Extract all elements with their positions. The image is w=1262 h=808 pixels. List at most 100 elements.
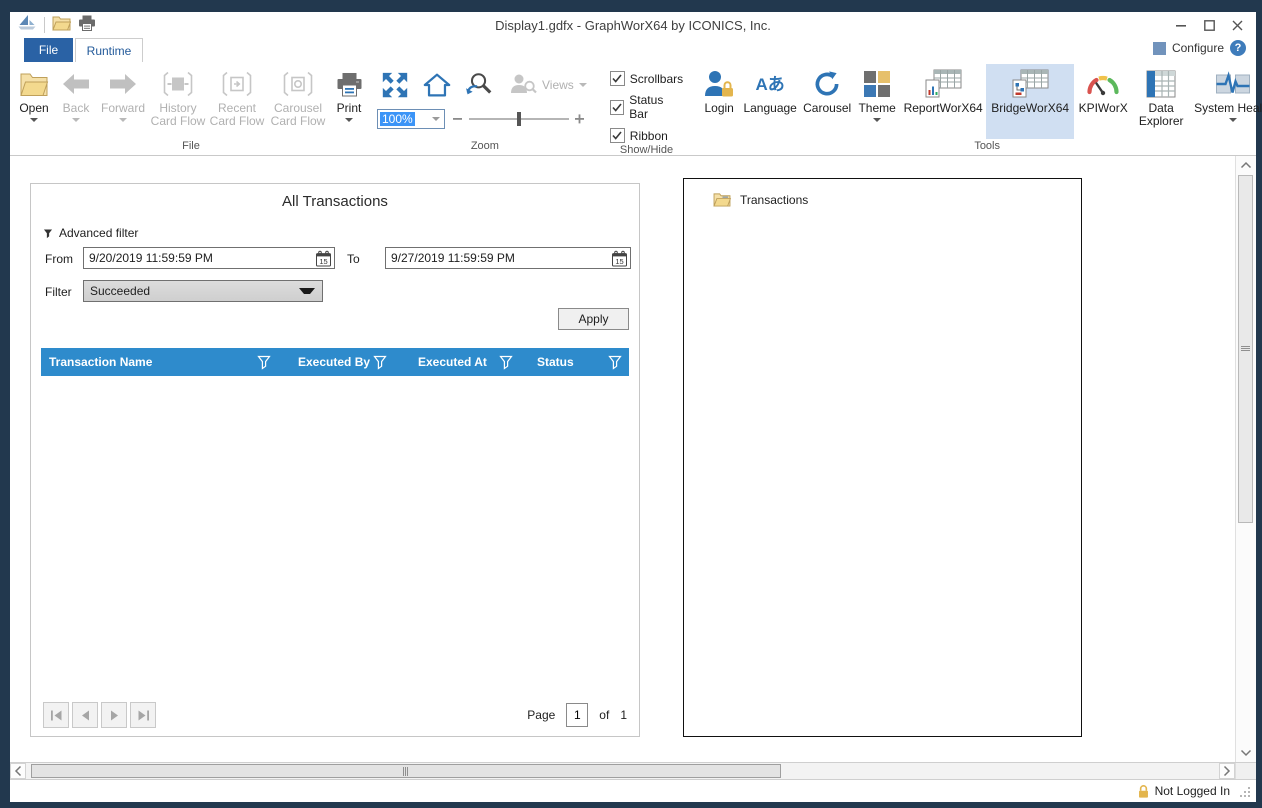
- carousel-button[interactable]: Carousel: [800, 64, 854, 139]
- login-status: Not Logged In: [1155, 784, 1230, 798]
- recent-card-flow-icon: [219, 66, 255, 102]
- theme-button[interactable]: Theme: [854, 64, 900, 139]
- bridgeworx64-icon: [1011, 66, 1049, 102]
- checked-checkbox-icon: [610, 71, 625, 86]
- data-explorer-button[interactable]: Data Explorer: [1132, 64, 1190, 139]
- tree-panel: Transactions: [683, 178, 1082, 737]
- horizontal-scrollbar[interactable]: [10, 762, 1256, 779]
- advanced-filter-toggle[interactable]: Advanced filter: [43, 226, 138, 240]
- zoom-out-icon[interactable]: [453, 114, 463, 124]
- scroll-up-button[interactable]: [1237, 156, 1255, 174]
- page-number-input[interactable]: [566, 703, 588, 727]
- column-transaction-name[interactable]: Transaction Name: [41, 348, 286, 376]
- column-filter-icon[interactable]: [498, 354, 514, 370]
- reportworx64-icon: [924, 66, 962, 102]
- column-filter-icon[interactable]: [372, 354, 388, 370]
- vertical-scrollbar[interactable]: [1235, 156, 1256, 762]
- horizontal-scrollbar-track[interactable]: [26, 763, 1219, 779]
- checkbox-status-bar[interactable]: Status Bar: [610, 93, 683, 121]
- views-button[interactable]: Views: [503, 72, 593, 99]
- dropdown-arrow-icon: [119, 118, 127, 122]
- from-label: From: [45, 252, 73, 266]
- ribbon-group-zoom: Views 100%: [372, 62, 598, 155]
- quick-open-button[interactable]: [52, 15, 71, 36]
- zoom-level-value: 100%: [380, 112, 415, 126]
- title-bar: Display1.gdfx - GraphWorX64 by ICONICS, …: [10, 12, 1256, 38]
- checked-checkbox-icon: [610, 128, 625, 143]
- scroll-left-button[interactable]: [10, 763, 26, 779]
- column-executed-at[interactable]: Executed At: [406, 348, 528, 376]
- zoom-slider[interactable]: [453, 114, 585, 124]
- combo-arrow-icon: [432, 117, 440, 121]
- scroll-down-button[interactable]: [1237, 744, 1255, 762]
- zoom-slider-thumb[interactable]: [517, 112, 521, 126]
- checkbox-ribbon[interactable]: Ribbon: [610, 128, 683, 143]
- kpiworx-button[interactable]: KPIWorX: [1074, 64, 1132, 139]
- zoom-level-combobox[interactable]: 100%: [377, 109, 445, 129]
- from-date-input[interactable]: 9/20/2019 11:59:59 PM 15: [83, 247, 335, 269]
- filter-funnel-icon: [43, 228, 53, 239]
- help-button[interactable]: ?: [1230, 40, 1246, 56]
- group-label-file: File: [10, 139, 372, 155]
- history-card-flow-button[interactable]: History Card Flow: [149, 64, 207, 139]
- checkbox-scrollbars[interactable]: Scrollbars: [610, 71, 683, 86]
- column-status[interactable]: Status: [528, 348, 629, 376]
- help-icon: ?: [1235, 42, 1242, 54]
- checked-checkbox-icon: [610, 100, 625, 115]
- resize-grip[interactable]: [1240, 787, 1251, 798]
- carousel-card-flow-button[interactable]: Carousel Card Flow: [267, 64, 329, 139]
- scroll-right-button[interactable]: [1219, 763, 1235, 779]
- svg-text:15: 15: [319, 256, 327, 265]
- tree-item-transactions[interactable]: Transactions: [713, 192, 1081, 207]
- data-explorer-icon: [1146, 66, 1176, 102]
- next-page-button[interactable]: [101, 702, 127, 728]
- zoom-fit-button[interactable]: [377, 67, 413, 103]
- filter-dropdown[interactable]: Succeeded: [83, 280, 323, 302]
- forward-button[interactable]: Forward: [97, 64, 149, 139]
- last-page-button[interactable]: [130, 702, 156, 728]
- open-button[interactable]: Open: [13, 64, 55, 139]
- calendar-button[interactable]: 15: [315, 250, 332, 267]
- quick-print-button[interactable]: [78, 15, 96, 36]
- reportworx64-button[interactable]: ReportWorX64: [900, 64, 986, 139]
- login-icon: [703, 66, 735, 102]
- column-executed-by[interactable]: Executed By: [286, 348, 406, 376]
- table-header: Transaction Name Executed By Executed At…: [41, 348, 629, 376]
- ribbon: Open Back Forward: [10, 62, 1256, 156]
- apply-button[interactable]: Apply: [558, 308, 629, 330]
- column-filter-icon[interactable]: [256, 354, 272, 370]
- zoom-in-icon[interactable]: [575, 114, 585, 124]
- language-button[interactable]: Aあ Language: [740, 64, 800, 139]
- maximize-button[interactable]: [1202, 18, 1216, 32]
- tab-file[interactable]: File: [24, 38, 73, 62]
- dropdown-arrow-icon: [72, 118, 80, 122]
- to-date-input[interactable]: 9/27/2019 11:59:59 PM 15: [385, 247, 631, 269]
- print-button[interactable]: Print: [329, 64, 369, 139]
- zoom-previous-button[interactable]: [461, 67, 497, 103]
- display-canvas: All Transactions Advanced filter From 9/…: [10, 156, 1235, 762]
- first-page-button[interactable]: [43, 702, 69, 728]
- column-filter-icon[interactable]: [607, 354, 623, 370]
- configure-button[interactable]: Configure: [1172, 41, 1224, 55]
- login-button[interactable]: Login: [698, 64, 740, 139]
- tab-runtime[interactable]: Runtime: [75, 38, 143, 62]
- theme-icon: [864, 66, 890, 102]
- minimize-button[interactable]: [1174, 18, 1188, 32]
- home-button[interactable]: [419, 67, 455, 103]
- previous-page-button[interactable]: [72, 702, 98, 728]
- zoom-slider-track[interactable]: [469, 118, 569, 120]
- to-label: To: [347, 252, 360, 266]
- horizontal-scrollbar-thumb[interactable]: [31, 764, 781, 778]
- close-button[interactable]: [1230, 18, 1244, 32]
- recent-card-flow-button[interactable]: Recent Card Flow: [207, 64, 267, 139]
- scrollbar-grip: [403, 767, 409, 776]
- system-health-button[interactable]: System Health: [1190, 64, 1262, 139]
- window-frame: Display1.gdfx - GraphWorX64 by ICONICS, …: [0, 0, 1262, 808]
- ribbon-group-show-hide: Scrollbars Status Bar Ribbon Show/Hide: [598, 62, 695, 155]
- back-button[interactable]: Back: [55, 64, 97, 139]
- calendar-button[interactable]: 15: [611, 250, 628, 267]
- vertical-scrollbar-thumb[interactable]: [1238, 175, 1253, 523]
- of-label: of: [599, 708, 609, 722]
- configure-area: Configure ?: [1153, 40, 1246, 56]
- bridgeworx64-button[interactable]: BridgeWorX64: [986, 64, 1074, 139]
